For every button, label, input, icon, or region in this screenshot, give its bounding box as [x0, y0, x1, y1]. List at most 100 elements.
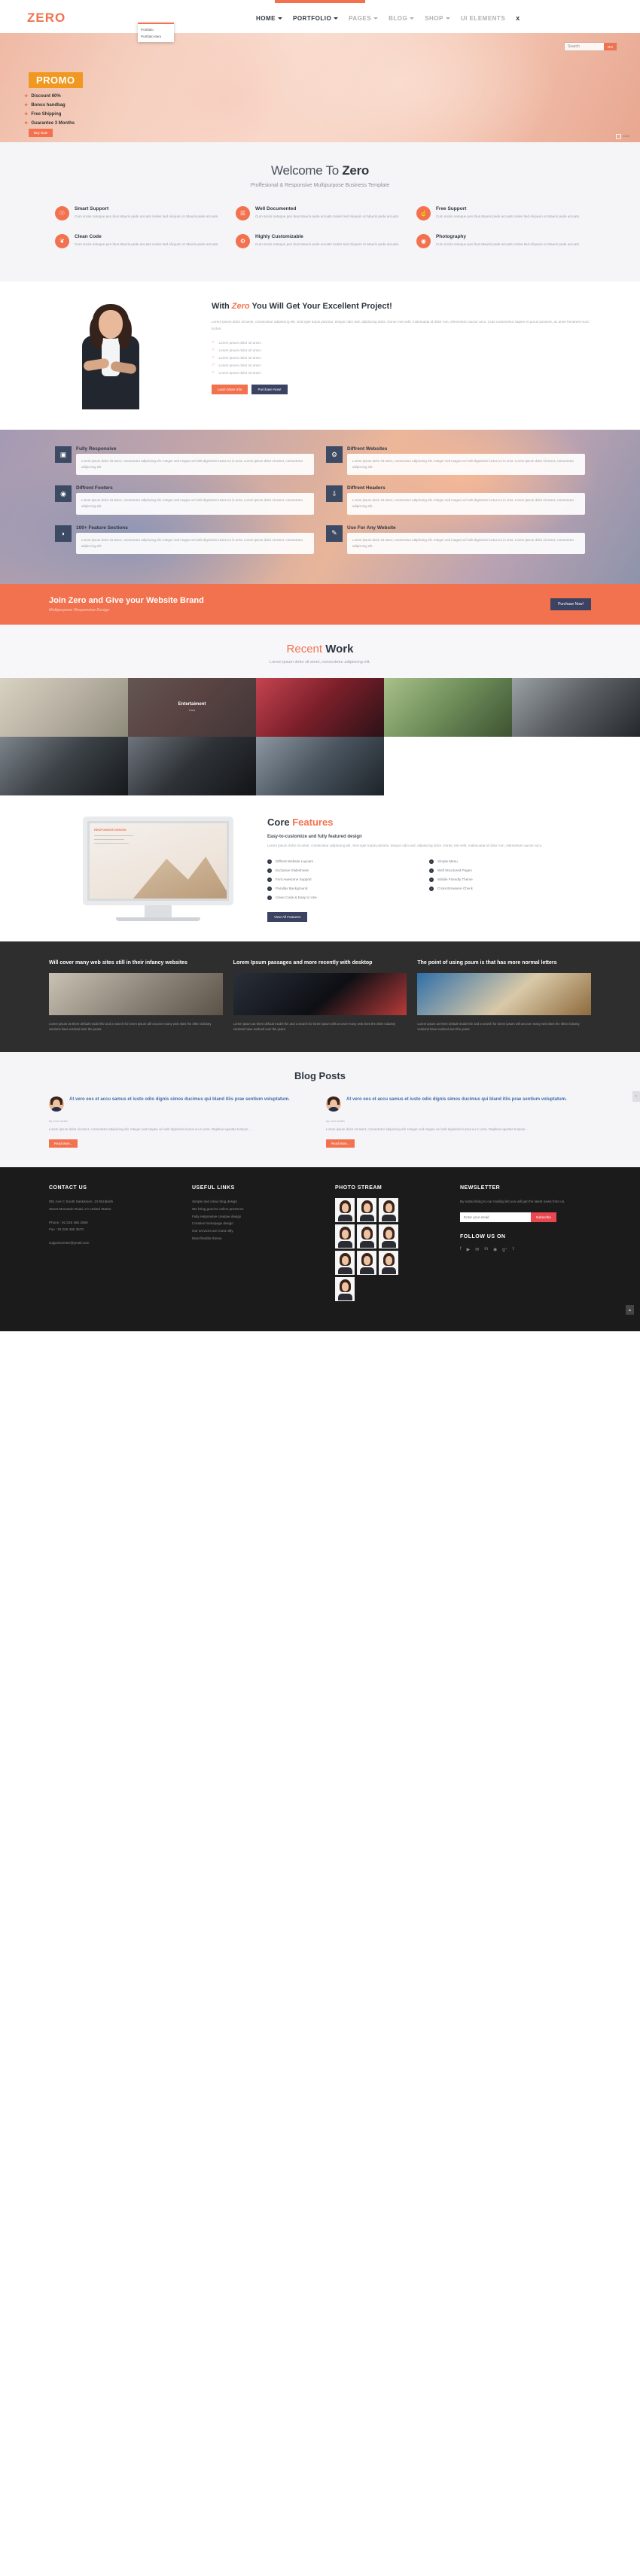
blog-next-arrow-icon[interactable]: › — [632, 1091, 640, 1102]
buy-now-button[interactable]: Buy Now — [29, 129, 53, 137]
tumblr-icon[interactable]: t — [513, 1247, 514, 1252]
slider-pagination[interactable]: 1234 — [616, 134, 629, 139]
parallax-card-5: ✎ Use For Any Website Lorem ipsum dolor si… — [320, 525, 591, 564]
portfolio-dropdown-menu[interactable]: Portfolio Portfolio Item — [138, 23, 174, 42]
nav-item-home[interactable]: HOME — [256, 15, 282, 22]
contact-address-line: Street Mountain Road, CA United States. — [49, 1207, 112, 1212]
footer-link[interactable]: Simple and clean blog design — [192, 1198, 323, 1206]
chevron-down-icon — [334, 17, 339, 20]
pencil-icon: ✎ — [326, 525, 343, 542]
footer-link[interactable]: We bring good to online presence — [192, 1206, 323, 1213]
portfolio-overlay: Entertaiment Cars — [128, 677, 256, 737]
footer-link[interactable]: Most flexible theme — [192, 1235, 323, 1242]
core-feature-item: › Exclusive Slideshows — [267, 868, 429, 873]
photo-thumb[interactable] — [379, 1198, 398, 1223]
learn-more-button[interactable]: Learn More Info — [212, 385, 248, 395]
photo-thumb[interactable] — [335, 1224, 355, 1249]
purchase-now-button[interactable]: Purchase Now! — [251, 385, 288, 395]
view-all-features-button[interactable]: View All Features — [267, 911, 308, 922]
nav-item-ui-elements[interactable]: UI ELEMENTS — [461, 15, 505, 22]
photo-thumb[interactable] — [379, 1224, 398, 1249]
hero-bullet-list: ★ Discount 60% ★ Bonus handbag ★ Free Shippin… — [24, 93, 75, 129]
close-icon[interactable]: x — [516, 14, 520, 22]
feature-card-0: ☉ Smart Support Cum sociis natoque pen ibu… — [49, 206, 230, 234]
footer-link[interactable]: Our services are most nifty — [192, 1227, 323, 1235]
portfolio-tile-car-interior[interactable] — [128, 736, 256, 795]
nav-item-portfolio[interactable]: PORTFOLIO — [293, 15, 339, 22]
nav-item-pages[interactable]: PAGES — [349, 15, 379, 22]
welcome-title-plain: Welcome To — [271, 163, 343, 178]
feature-text: Cum sociis natoque pen ibus Mauris pede … — [435, 242, 581, 246]
nav-item-blog[interactable]: BLOG — [389, 14, 415, 22]
portfolio-tile-sports-car-wheel[interactable] — [512, 677, 640, 737]
portfolio-tile-pink-flowers[interactable]: Entertaiment Cars — [128, 677, 256, 737]
footer-link[interactable]: Creative homepage design — [192, 1220, 323, 1227]
photo-thumb[interactable] — [335, 1198, 355, 1223]
hero-bullet-label: Discount 60% — [31, 93, 61, 99]
google-plus-icon[interactable]: g⁺ — [502, 1247, 507, 1252]
photo-thumb[interactable] — [335, 1251, 355, 1276]
core-features-section: RESPONSIVE DESIGN Core Features Easy-to-… — [0, 795, 640, 941]
portfolio-tile-cocktail-glasses[interactable] — [256, 677, 384, 737]
core-feature-item: › Simple Menu — [429, 859, 591, 864]
site-logo[interactable]: ZERO — [27, 11, 66, 26]
parallax-card-text: Lorem ipsum dolor sit amet, consectetur … — [81, 459, 303, 470]
photo-thumb[interactable] — [357, 1224, 376, 1249]
dribbble-icon[interactable]: ◉ — [493, 1247, 497, 1252]
newsletter-form[interactable]: Subscribe — [460, 1212, 556, 1223]
dropdown-item[interactable]: Portfolio — [138, 26, 174, 33]
portfolio-tile-blossom-tree[interactable] — [0, 677, 128, 737]
nav-item-shop[interactable]: SHOP — [425, 15, 450, 22]
portfolio-tile-action-camera[interactable] — [256, 736, 384, 795]
feature-text: Cum sociis natoque pen ibus Mauris pede … — [75, 214, 219, 218]
photo-thumb[interactable] — [379, 1251, 398, 1276]
project-list-item: ☞ Lorem ipsum dolor sit amet. — [212, 348, 591, 352]
project-list-label: Lorem ipsum dolor sit amet. — [218, 340, 262, 345]
project-list-item: ☞ Lorem ipsum dolor sit amet. — [212, 340, 591, 345]
news-card-2: The point of using psum is that has more… — [417, 960, 592, 1033]
nav-item-label: BLOG — [389, 14, 408, 22]
photo-thumb[interactable] — [357, 1198, 376, 1223]
dropdown-item[interactable]: Portfolio Item — [138, 33, 174, 40]
envelope-icon[interactable]: ✉ — [475, 1247, 479, 1252]
photo-thumb[interactable] — [335, 1277, 355, 1302]
portfolio-overlay-category: Cars — [188, 708, 196, 713]
youtube-icon[interactable]: ▶ — [467, 1247, 471, 1252]
newsletter-subscribe-button[interactable]: Subscribe — [530, 1212, 556, 1223]
parallax-card-text: Lorem ipsum dolor sit amet, consectetur … — [352, 537, 574, 548]
project-title-highlight: Zero — [231, 302, 250, 311]
core-subtitle: Easy-to-customize and fully featured des… — [267, 834, 362, 839]
header-search[interactable]: GO — [563, 42, 617, 51]
cta-purchase-button[interactable]: Purchase Now! — [550, 598, 591, 610]
search-input[interactable] — [564, 43, 604, 50]
newsletter-email-input[interactable] — [460, 1212, 531, 1223]
hand-pointer-icon: ☞ — [212, 363, 215, 368]
chevron-down-icon — [278, 17, 282, 20]
feature-card-1: ☰ Well Documented Cum sociis natoque pen i… — [230, 206, 410, 234]
portfolio-tile-green-leaves[interactable] — [384, 677, 512, 737]
newsletter-heading: NEWSLETTER — [460, 1185, 501, 1191]
hero-slider: GO PROMO ★Discount 60%★Bonus handbag★Fre… — [0, 33, 640, 142]
read-more-button[interactable]: Read More... — [326, 1139, 355, 1148]
photo-thumb[interactable] — [357, 1251, 376, 1276]
blog-post-headline[interactable]: At vero eos et accu samus et iusto odio … — [346, 1096, 567, 1112]
blog-posts-section: Blog Posts At vero eos et accu samus et … — [0, 1052, 640, 1168]
nav-item-label: SHOP — [425, 14, 443, 22]
chevron-down-icon — [410, 17, 415, 20]
facebook-icon[interactable]: f — [460, 1247, 462, 1252]
chevron-down-icon — [373, 17, 379, 20]
back-to-top-button[interactable]: ▲ — [626, 1305, 634, 1315]
footer-link[interactable]: Fully responsive creative design — [192, 1213, 323, 1221]
slider-dot[interactable] — [616, 134, 622, 139]
project-list-item: ☞ Lorem ipsum dolor sit amet. — [212, 355, 591, 360]
linkedin-icon[interactable]: in — [484, 1247, 488, 1252]
search-submit-button[interactable]: GO — [603, 43, 617, 50]
news-grid: Will cover many web sites still in their… — [49, 960, 592, 1033]
project-title-a: With — [212, 302, 232, 311]
blog-post-headline[interactable]: At vero eos et accu samus et iusto odio … — [69, 1096, 290, 1112]
core-feature-item: › Cross Browsere Check — [429, 886, 591, 891]
read-more-button[interactable]: Read More... — [49, 1139, 78, 1148]
contact-email[interactable]: supportcenter@ymail.com — [49, 1239, 180, 1247]
feature-card-4: ⚙ Highly Customizable Cum sociis natoque p… — [230, 234, 410, 262]
portfolio-tile-car-engine[interactable] — [0, 736, 128, 795]
